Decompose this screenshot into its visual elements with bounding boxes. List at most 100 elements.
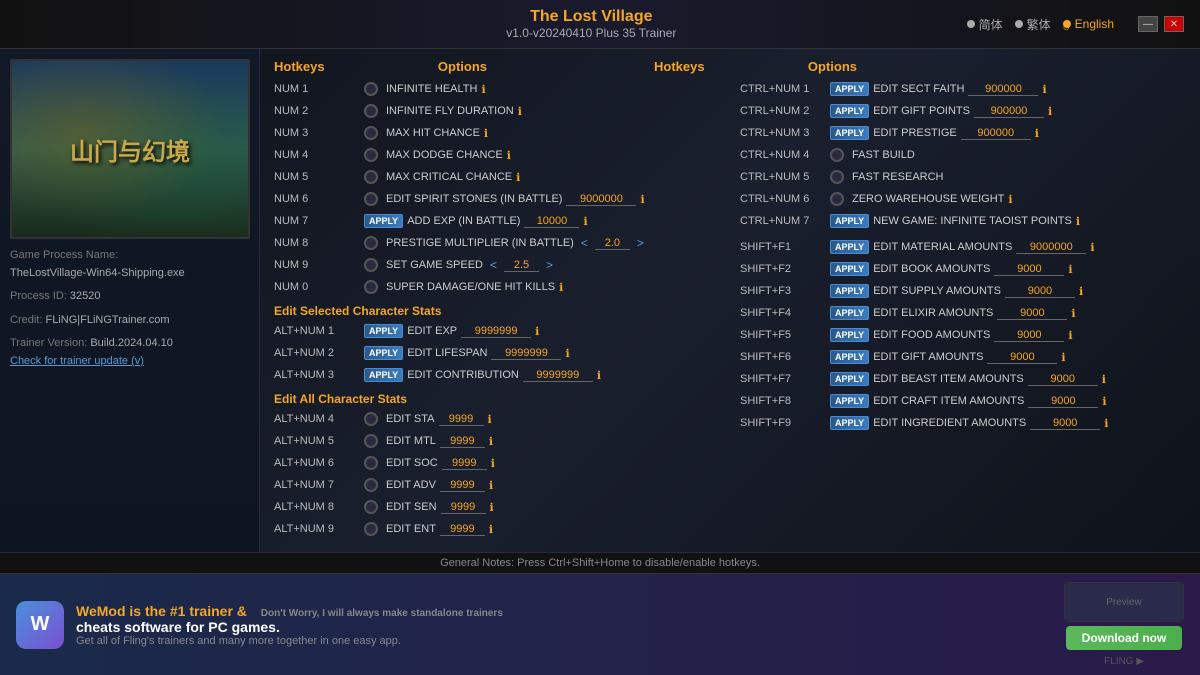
info-sf5[interactable]: ℹ [1068,329,1072,342]
value-ctrl3[interactable] [961,127,1031,140]
info-num1[interactable]: ℹ [481,83,485,96]
toggle-alt7[interactable] [364,478,378,492]
info-ctrl2[interactable]: ℹ [1048,105,1052,118]
info-alt3[interactable]: ℹ [597,369,601,382]
apply-sf8[interactable]: APPLY [830,394,869,408]
info-num7[interactable]: ℹ [583,215,587,228]
close-button[interactable]: ✕ [1164,16,1184,32]
value-alt9[interactable] [440,523,485,536]
info-sf4[interactable]: ℹ [1071,307,1075,320]
nav-left-num8[interactable]: < [581,236,588,250]
value-sf1[interactable] [1016,241,1086,254]
info-alt9[interactable]: ℹ [489,523,493,536]
apply-num7[interactable]: APPLY [364,214,403,228]
toggle-num3[interactable] [364,126,378,140]
toggle-alt4[interactable] [364,412,378,426]
toggle-num8[interactable] [364,236,378,250]
value-sf7[interactable] [1028,373,1098,386]
info-sf8[interactable]: ℹ [1102,395,1106,408]
value-alt8[interactable] [441,501,486,514]
info-ctrl6[interactable]: ℹ [1008,193,1012,206]
info-sf3[interactable]: ℹ [1079,285,1083,298]
apply-sf6[interactable]: APPLY [830,350,869,364]
apply-alt3[interactable]: APPLY [364,368,403,382]
value-sf8[interactable] [1028,395,1098,408]
apply-sf5[interactable]: APPLY [830,328,869,342]
nav-left-num9[interactable]: < [490,258,497,272]
info-num0[interactable]: ℹ [559,281,563,294]
info-alt7[interactable]: ℹ [489,479,493,492]
value-num9[interactable] [504,259,539,272]
info-sf9[interactable]: ℹ [1104,417,1108,430]
apply-ctrl1[interactable]: APPLY [830,82,869,96]
info-num5[interactable]: ℹ [516,171,520,184]
toggle-num1[interactable] [364,82,378,96]
lang-zh-trad[interactable]: 繁体 [1015,16,1051,33]
value-num7[interactable] [524,215,579,228]
value-num6[interactable] [566,193,636,206]
lang-zh-simple[interactable]: 简体 [967,16,1003,33]
toggle-ctrl5[interactable] [830,170,844,184]
value-alt6[interactable] [442,457,487,470]
apply-sf9[interactable]: APPLY [830,416,869,430]
info-alt6[interactable]: ℹ [491,457,495,470]
apply-sf2[interactable]: APPLY [830,262,869,276]
toggle-num4[interactable] [364,148,378,162]
info-alt4[interactable]: ℹ [488,413,492,426]
value-alt7[interactable] [440,479,485,492]
info-num6[interactable]: ℹ [640,193,644,206]
apply-alt1[interactable]: APPLY [364,324,403,338]
info-sf6[interactable]: ℹ [1061,351,1065,364]
toggle-alt8[interactable] [364,500,378,514]
apply-alt2[interactable]: APPLY [364,346,403,360]
info-alt2[interactable]: ℹ [565,347,569,360]
toggle-ctrl4[interactable] [830,148,844,162]
toggle-ctrl6[interactable] [830,192,844,206]
value-sf5[interactable] [994,329,1064,342]
info-num3[interactable]: ℹ [484,127,488,140]
value-sf6[interactable] [987,351,1057,364]
value-alt3[interactable] [523,369,593,382]
toggle-alt6[interactable] [364,456,378,470]
toggle-alt9[interactable] [364,522,378,536]
toggle-num0[interactable] [364,280,378,294]
apply-ctrl7[interactable]: APPLY [830,214,869,228]
info-sf2[interactable]: ℹ [1068,263,1072,276]
apply-ctrl2[interactable]: APPLY [830,104,869,118]
info-sf7[interactable]: ℹ [1102,373,1106,386]
info-ctrl1[interactable]: ℹ [1042,83,1046,96]
info-num4[interactable]: ℹ [507,149,511,162]
download-button[interactable]: Download now [1066,626,1183,650]
value-sf9[interactable] [1030,417,1100,430]
apply-sf3[interactable]: APPLY [830,284,869,298]
nav-right-num9[interactable]: > [546,258,553,272]
value-alt5[interactable] [440,435,485,448]
value-sf4[interactable] [997,307,1067,320]
toggle-num6[interactable] [364,192,378,206]
info-ctrl7[interactable]: ℹ [1076,215,1080,228]
lang-english[interactable]: ○ English [1063,17,1114,31]
minimize-button[interactable]: — [1138,16,1158,32]
value-num8[interactable] [595,237,630,250]
info-alt1[interactable]: ℹ [535,325,539,338]
value-sf3[interactable] [1005,285,1075,298]
value-alt4[interactable] [439,413,484,426]
toggle-alt5[interactable] [364,434,378,448]
update-link[interactable]: Check for trainer update (v) [10,355,144,367]
apply-sf4[interactable]: APPLY [830,306,869,320]
apply-ctrl3[interactable]: APPLY [830,126,869,140]
info-ctrl3[interactable]: ℹ [1035,127,1039,140]
toggle-num5[interactable] [364,170,378,184]
value-sf2[interactable] [994,263,1064,276]
info-alt8[interactable]: ℹ [490,501,494,514]
toggle-num2[interactable] [364,104,378,118]
apply-sf1[interactable]: APPLY [830,240,869,254]
value-alt2[interactable] [491,347,561,360]
toggle-num9[interactable] [364,258,378,272]
apply-sf7[interactable]: APPLY [830,372,869,386]
value-ctrl1[interactable] [968,83,1038,96]
value-alt1[interactable] [461,325,531,338]
info-alt5[interactable]: ℹ [489,435,493,448]
info-sf1[interactable]: ℹ [1090,241,1094,254]
nav-right-num8[interactable]: > [637,236,644,250]
